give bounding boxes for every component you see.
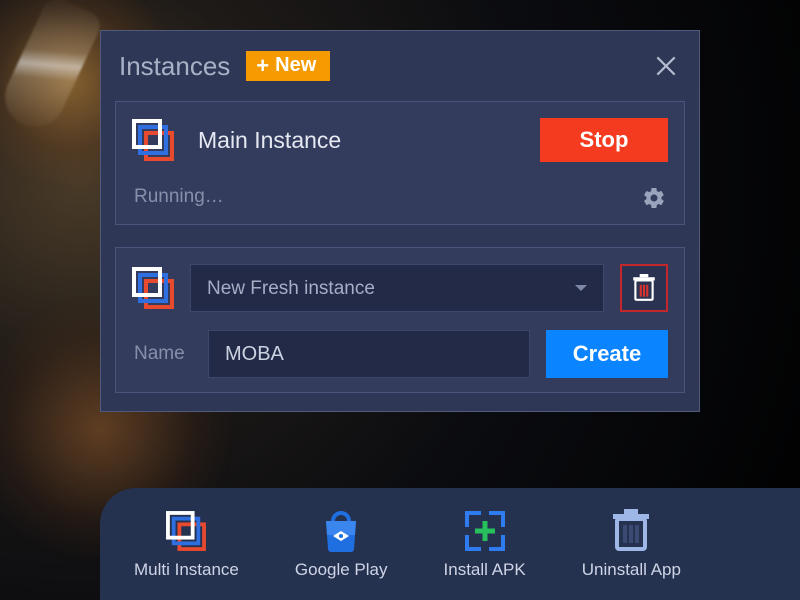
- bottom-toolbar: Multi Instance Google Play Install APK: [100, 488, 800, 600]
- multi-instance-button[interactable]: Multi Instance: [134, 508, 239, 580]
- instance-name: Main Instance: [192, 127, 522, 154]
- gear-icon[interactable]: [642, 184, 668, 210]
- new-instance-label: New: [275, 54, 316, 77]
- template-select-wrap: New Fresh instance: [190, 264, 604, 312]
- toolbar-label: Google Play: [295, 560, 388, 580]
- instance-status: Running…: [134, 186, 224, 208]
- instance-card: Main Instance Stop Running…: [115, 101, 685, 225]
- modal-header: Instances + New: [115, 43, 685, 97]
- google-play-button[interactable]: Google Play: [295, 508, 388, 580]
- instance-stack-icon: [132, 119, 174, 161]
- install-apk-icon: [463, 508, 507, 554]
- toolbar-label: Uninstall App: [582, 560, 681, 580]
- stop-button[interactable]: Stop: [540, 118, 668, 162]
- delete-button[interactable]: [620, 264, 668, 312]
- template-select[interactable]: New Fresh instance: [190, 264, 604, 312]
- instances-modal: Instances + New Main Instance Stop Runni…: [100, 30, 700, 412]
- name-input[interactable]: [208, 330, 530, 378]
- instance-stack-icon: [132, 267, 174, 309]
- plus-icon: +: [256, 55, 269, 77]
- create-instance-card: New Fresh instance Name Crea: [115, 247, 685, 393]
- create-button[interactable]: Create: [546, 330, 668, 378]
- uninstall-app-button[interactable]: Uninstall App: [582, 508, 681, 580]
- install-apk-button[interactable]: Install APK: [444, 508, 526, 580]
- new-instance-button[interactable]: + New: [246, 51, 330, 81]
- toolbar-label: Install APK: [444, 560, 526, 580]
- multi-instance-icon: [165, 508, 207, 554]
- shopping-bag-icon: [320, 508, 362, 554]
- name-label: Name: [132, 343, 192, 365]
- close-icon[interactable]: [649, 49, 683, 83]
- toolbar-label: Multi Instance: [134, 560, 239, 580]
- modal-title: Instances: [119, 51, 230, 82]
- trash-icon: [611, 508, 651, 554]
